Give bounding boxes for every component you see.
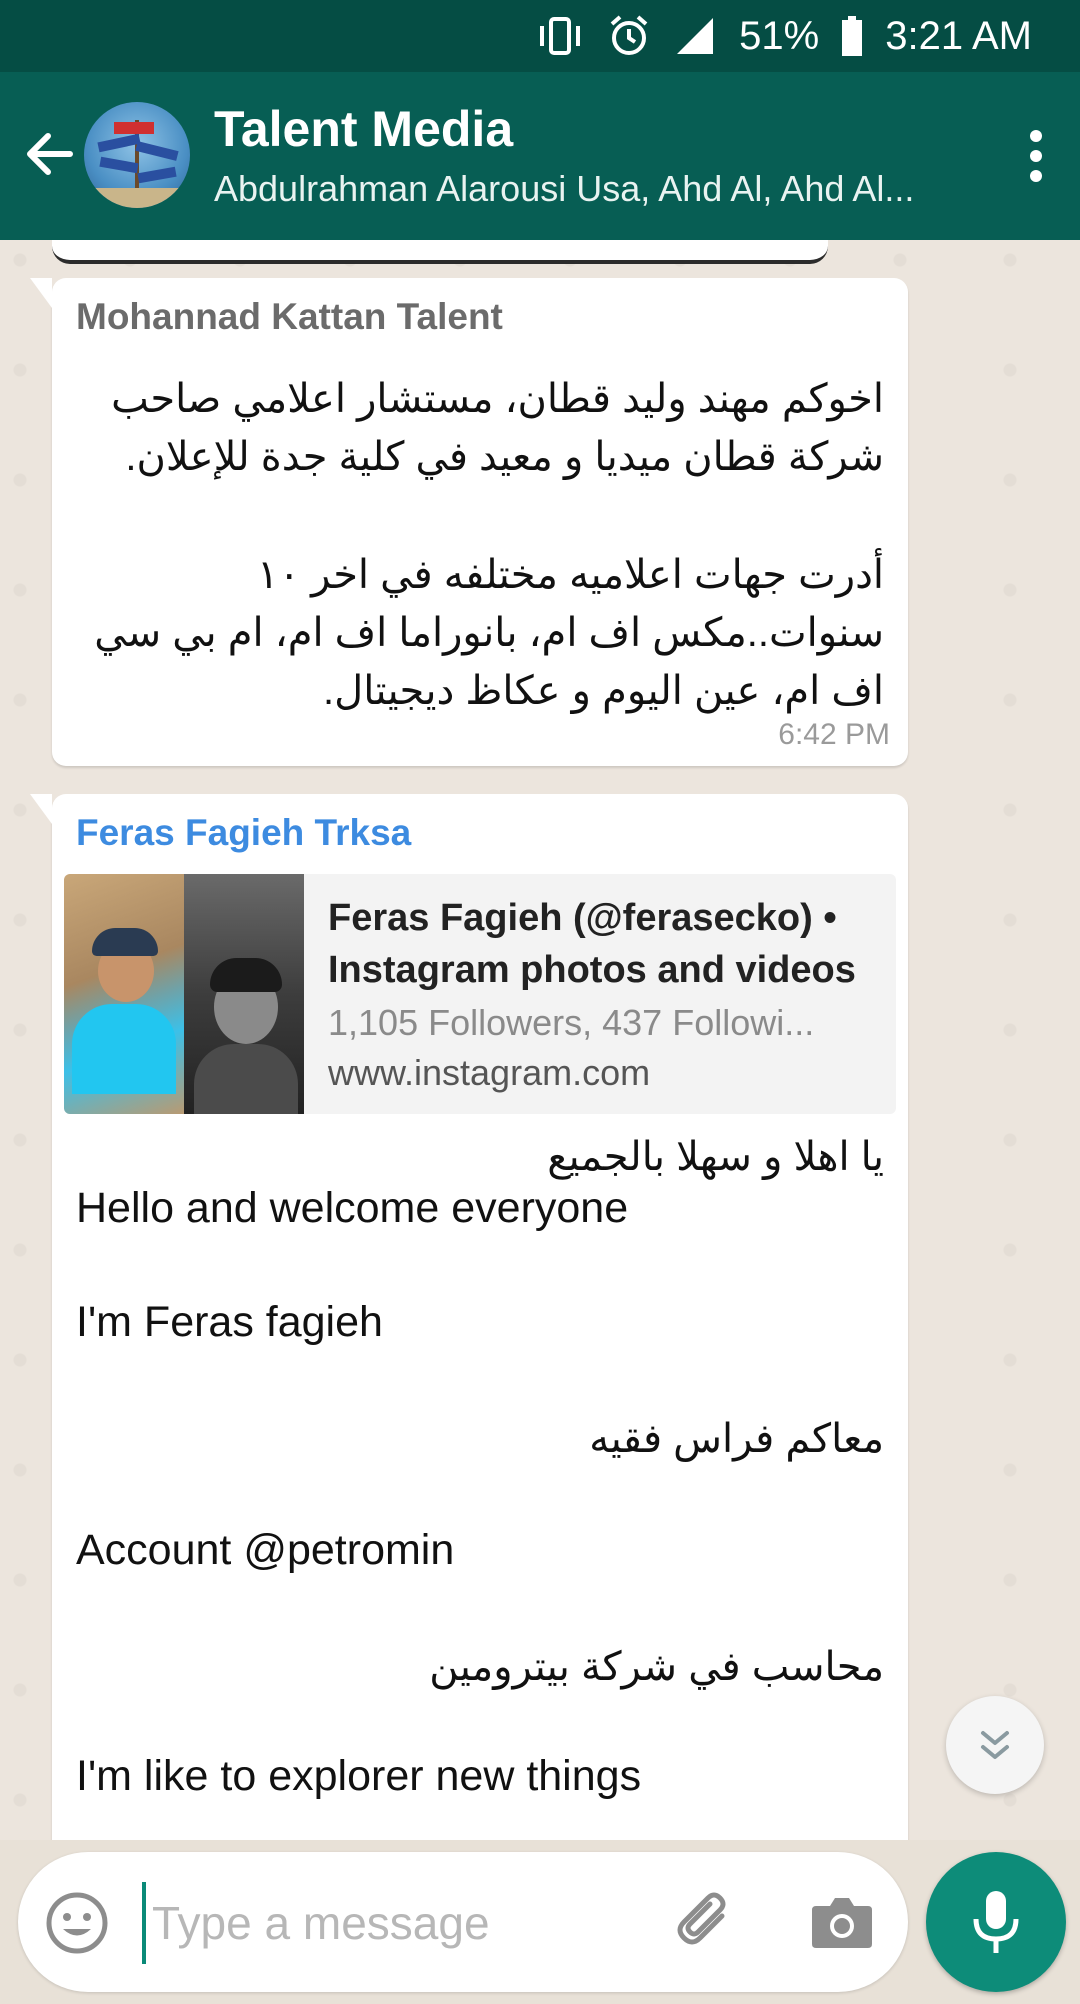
back-button[interactable]	[18, 122, 82, 186]
alarm-icon	[607, 14, 651, 58]
link-preview[interactable]: Feras Fagieh (@ferasecko) • Instagram ph…	[64, 874, 896, 1114]
link-preview-description: 1,105 Followers, 437 Followi...	[328, 1002, 815, 1043]
message-text-line: معاكم فراس فقيه	[589, 1417, 884, 1461]
chat-area[interactable]: Mohannad Kattan Talent اخوكم مهند وليد ق…	[0, 240, 1080, 1840]
battery-icon	[841, 16, 863, 56]
message-time: 6:42 PM	[778, 718, 890, 751]
signal-icon	[673, 14, 717, 58]
camera-icon	[812, 1898, 872, 1948]
message-composer	[18, 1852, 908, 1992]
message-text-line: يا اهلا و سهلا بالجميع	[547, 1135, 884, 1179]
bubble-tail	[30, 278, 52, 308]
app-bar: Talent Media Abdulrahman Alarousi Usa, A…	[0, 72, 1080, 240]
chat-title[interactable]: Talent Media	[214, 100, 513, 158]
message-text-line: I'm like to explorer new things	[76, 1752, 642, 1800]
scroll-to-bottom-button[interactable]	[946, 1696, 1044, 1794]
microphone-icon	[973, 1891, 1019, 1953]
chat-participants[interactable]: Abdulrahman Alarousi Usa, Ahd Al, Ahd Al…	[214, 168, 974, 210]
message-text-line: شركة قطان ميديا و معيد في كلية جدة للإعل…	[125, 435, 884, 479]
vibrate-icon	[535, 16, 585, 56]
arrow-left-icon	[27, 133, 73, 175]
link-preview-url: www.instagram.com	[328, 1052, 651, 1093]
message-bubble[interactable]: Mohannad Kattan Talent اخوكم مهند وليد ق…	[30, 278, 908, 766]
paperclip-icon	[677, 1892, 726, 1945]
attach-button[interactable]	[670, 1886, 742, 1958]
clock: 3:21 AM	[885, 13, 1032, 58]
double-chevron-down-icon	[981, 1731, 1009, 1759]
previous-message-edge	[52, 240, 828, 264]
status-bar: 51% 3:21 AM	[0, 0, 1080, 72]
message-text-line: Hello and welcome everyone	[76, 1184, 629, 1232]
more-vertical-icon	[1030, 130, 1042, 182]
group-avatar[interactable]	[84, 102, 190, 208]
message-text-line: اف ام، عين اليوم و عكاظ ديجيتال.	[323, 669, 884, 713]
message-text-line: أدرت جهات اعلاميه مختلفه في اخر ١٠	[257, 553, 884, 597]
message-input[interactable]	[142, 1882, 674, 1964]
bubble-tail	[30, 794, 52, 824]
preview-thumbnail	[64, 874, 184, 1114]
message-text-line: Account @petromin	[76, 1526, 455, 1574]
preview-thumbnail	[184, 874, 304, 1114]
message-text-line: I'm Feras fagieh	[76, 1298, 383, 1346]
smiley-icon	[46, 1892, 108, 1954]
link-preview-title: Feras Fagieh (@ferasecko) • Instagram ph…	[328, 897, 856, 991]
camera-button[interactable]	[808, 1888, 876, 1956]
emoji-button[interactable]	[44, 1890, 110, 1956]
battery-percent: 51%	[739, 13, 820, 58]
message-sender[interactable]: Mohannad Kattan Talent	[76, 296, 503, 338]
message-text-line: سنوات..مكس اف ام، بانوراما اف ام، ام بي …	[94, 611, 884, 655]
voice-message-button[interactable]	[926, 1852, 1066, 1992]
message-text-line: محاسب في شركة بيترومين	[429, 1645, 884, 1689]
more-options-button[interactable]	[1014, 124, 1058, 188]
message-sender[interactable]: Feras Fagieh Trksa	[76, 812, 411, 854]
message-text-line: اخوكم مهند وليد قطان، مستشار اعلامي صاحب	[111, 377, 884, 421]
message-bubble[interactable]: Feras Fagieh Trksa Feras Fagieh (@ferase…	[30, 794, 908, 1840]
